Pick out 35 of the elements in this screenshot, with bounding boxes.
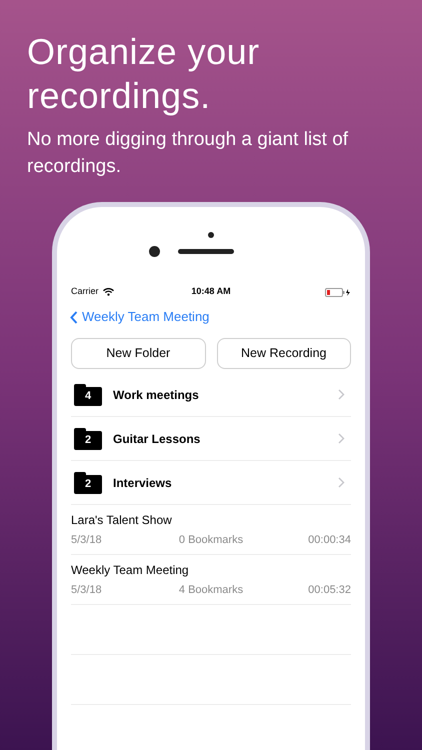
action-button[interactable]: New Folder — [71, 338, 206, 369]
battery-icon — [325, 288, 351, 296]
recording-title: Weekly Team Meeting — [71, 562, 190, 579]
folder-name: Interviews — [113, 474, 173, 492]
folder-name: Guitar Lessons — [113, 430, 202, 448]
camera-lens — [148, 246, 160, 256]
bookmark-count: 0 Bookmarks — [178, 532, 244, 548]
headline: Organize your recordings. — [27, 30, 261, 118]
recording-duration: 00:00:34 — [307, 532, 351, 548]
chevron-left-icon — [70, 310, 78, 324]
recording-date: 5/3/18 — [71, 582, 103, 598]
wifi-icon — [102, 288, 114, 296]
chevron-right-icon — [338, 433, 345, 444]
carrier-label: Carrier — [71, 285, 99, 298]
folder-count: 2 — [84, 432, 92, 448]
speaker-grille — [178, 248, 234, 254]
action-button[interactable]: New Recording — [216, 338, 351, 369]
folder-count: 4 — [84, 388, 92, 404]
folder-row[interactable]: 2 Guitar Lessons — [71, 417, 351, 461]
folder-count: 2 — [84, 476, 92, 492]
folder-row[interactable]: 2 Interviews — [71, 461, 351, 505]
chevron-right-icon — [338, 477, 345, 488]
folder-name: Work meetings — [113, 386, 200, 404]
recording-duration: 00:05:32 — [307, 582, 351, 598]
recording-row[interactable]: Weekly Team Meeting 5/3/18 4 Bookmarks 00:05:32 — [71, 555, 351, 605]
back-button[interactable]: Weekly Team Meeting — [70, 306, 210, 328]
chevron-right-icon — [338, 389, 345, 400]
recording-title: Lara's Talent Show — [71, 512, 173, 529]
front-camera — [208, 232, 214, 238]
recording-row[interactable]: Lara's Talent Show 5/3/18 0 Bookmarks 00:00:34 — [71, 505, 351, 555]
status-time: 10:48 AM — [191, 285, 231, 298]
bookmark-count: 4 Bookmarks — [178, 582, 244, 598]
folder-row[interactable]: 4 Work meetings — [71, 373, 351, 417]
recording-date: 5/3/18 — [71, 532, 103, 548]
subtitle: No more digging through a giant list of recordings. — [27, 128, 350, 179]
